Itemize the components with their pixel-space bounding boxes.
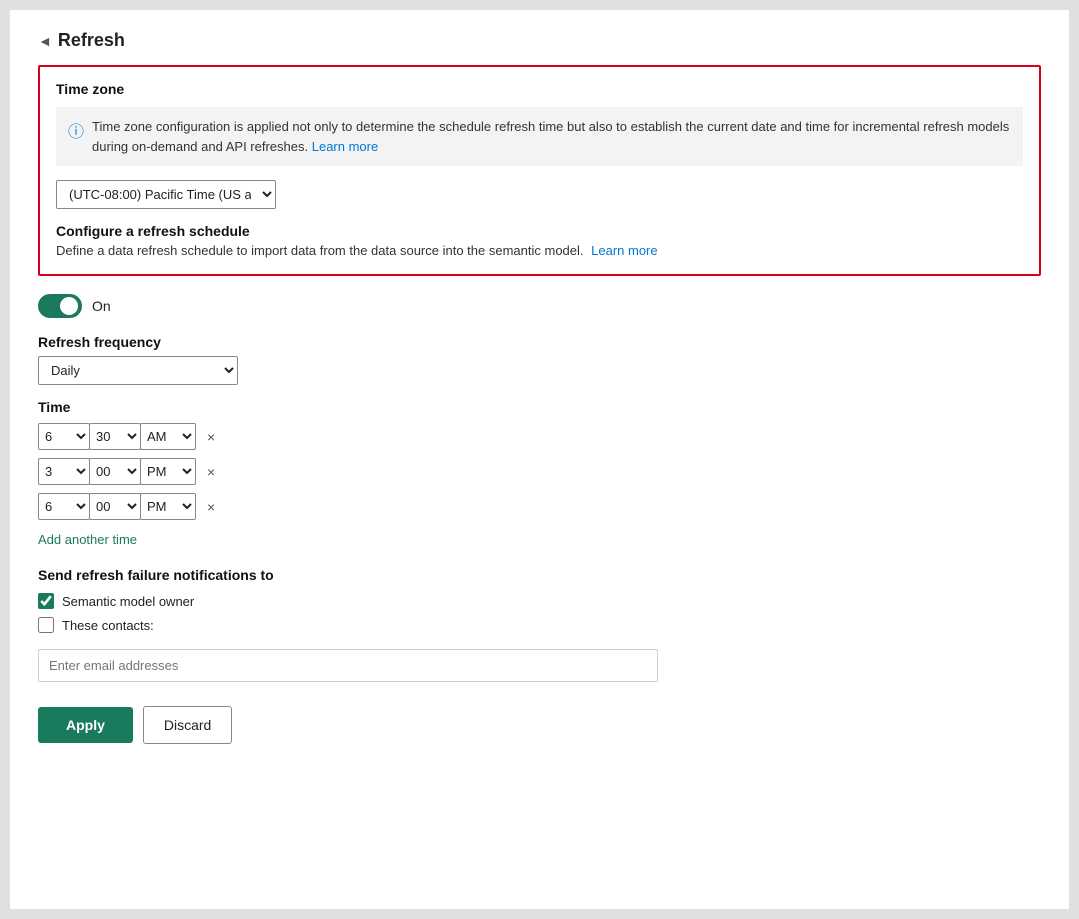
toggle-slider <box>38 294 82 318</box>
timezone-label: Time zone <box>56 81 1023 97</box>
button-row: Apply Discard <box>38 706 1041 744</box>
notifications-label: Send refresh failure notifications to <box>38 567 1041 583</box>
page-title-text: Refresh <box>58 30 125 51</box>
arrow-icon: ◄ <box>38 33 52 49</box>
contacts-label: These contacts: <box>62 618 154 633</box>
time-row-2: 3 00 PM × <box>38 458 1041 485</box>
apply-button[interactable]: Apply <box>38 707 133 743</box>
time-row-1: 6 30 AM × <box>38 423 1041 450</box>
checkbox-row-1: Semantic model owner <box>38 593 1041 609</box>
toggle-label: On <box>92 298 111 314</box>
time-1-hour[interactable]: 6 <box>38 423 90 450</box>
time-1-minute[interactable]: 30 <box>89 423 141 450</box>
timezone-configure-section: Time zone ⓘ Time zone configuration is a… <box>38 65 1041 276</box>
semantic-owner-checkbox[interactable] <box>38 593 54 609</box>
time-label: Time <box>38 399 1041 415</box>
time-3-minute[interactable]: 00 <box>89 493 141 520</box>
discard-button[interactable]: Discard <box>143 706 232 744</box>
checkbox-row-2: These contacts: <box>38 617 1041 633</box>
email-input[interactable] <box>38 649 658 682</box>
toggle-row: On <box>38 294 1041 318</box>
add-another-time-link[interactable]: Add another time <box>38 532 137 547</box>
page-title: ◄ Refresh <box>38 30 1041 51</box>
info-text-content: Time zone configuration is applied not o… <box>92 119 1009 154</box>
time-3-hour[interactable]: 6 <box>38 493 90 520</box>
contacts-checkbox[interactable] <box>38 617 54 633</box>
time-2-remove-button[interactable]: × <box>203 460 219 484</box>
configure-desc: Define a data refresh schedule to import… <box>56 243 1023 258</box>
time-1-ampm[interactable]: AM <box>140 423 196 450</box>
time-3-ampm[interactable]: PM <box>140 493 196 520</box>
page-container: ◄ Refresh Time zone ⓘ Time zone configur… <box>10 10 1069 909</box>
learn-more-link-2[interactable]: Learn more <box>591 243 657 258</box>
timezone-select[interactable]: (UTC-08:00) Pacific Time (US and Can <box>56 180 276 209</box>
toggle-switch[interactable] <box>38 294 82 318</box>
time-2-ampm[interactable]: PM <box>140 458 196 485</box>
semantic-owner-label: Semantic model owner <box>62 594 194 609</box>
configure-title: Configure a refresh schedule <box>56 223 1023 239</box>
learn-more-link-1[interactable]: Learn more <box>312 139 378 154</box>
frequency-select[interactable]: Daily <box>38 356 238 385</box>
info-box: ⓘ Time zone configuration is applied not… <box>56 107 1023 166</box>
info-text: Time zone configuration is applied not o… <box>92 117 1011 156</box>
info-icon: ⓘ <box>68 118 84 142</box>
time-2-hour[interactable]: 3 <box>38 458 90 485</box>
time-3-remove-button[interactable]: × <box>203 495 219 519</box>
configure-desc-text: Define a data refresh schedule to import… <box>56 243 584 258</box>
refresh-frequency-label: Refresh frequency <box>38 334 1041 350</box>
time-row-3: 6 00 PM × <box>38 493 1041 520</box>
time-1-remove-button[interactable]: × <box>203 425 219 449</box>
time-2-minute[interactable]: 00 <box>89 458 141 485</box>
